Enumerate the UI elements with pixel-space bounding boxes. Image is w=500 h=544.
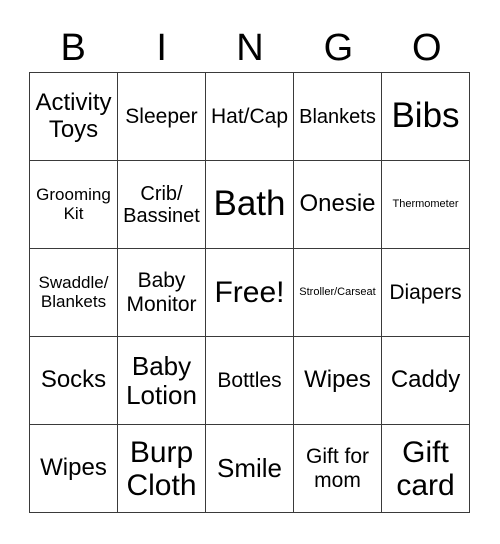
bingo-header: B I N G O <box>29 24 471 72</box>
bingo-cell[interactable]: Thermometer <box>381 160 470 249</box>
bingo-cell[interactable]: Gift card <box>381 424 470 513</box>
bingo-row: Grooming Kit Crib/ Bassinet Bath Onesie … <box>29 160 470 249</box>
bingo-cell[interactable]: Hat/Cap <box>205 72 294 161</box>
bingo-cell[interactable]: Smile <box>205 424 294 513</box>
bingo-cell[interactable]: Caddy <box>381 336 470 425</box>
header-letter-o: O <box>412 27 442 69</box>
bingo-row: Activity Toys Sleeper Hat/Cap Blankets B… <box>29 72 470 161</box>
bingo-row: Swaddle/ Blankets Baby Monitor Free! Str… <box>29 248 470 337</box>
header-letter-n: N <box>236 27 264 69</box>
bingo-cell[interactable]: Socks <box>29 336 118 425</box>
bingo-row: Socks Baby Lotion Bottles Wipes Caddy <box>29 336 470 425</box>
bingo-cell[interactable]: Sleeper <box>117 72 206 161</box>
bingo-cell[interactable]: Crib/ Bassinet <box>117 160 206 249</box>
bingo-cell[interactable]: Onesie <box>293 160 382 249</box>
header-letter-i: I <box>156 27 167 69</box>
bingo-cell[interactable]: Bibs <box>381 72 470 161</box>
bingo-cell[interactable]: Bottles <box>205 336 294 425</box>
bingo-cell[interactable]: Blankets <box>293 72 382 161</box>
bingo-row: Wipes Burp Cloth Smile Gift for mom Gift… <box>29 424 470 513</box>
bingo-cell[interactable]: Swaddle/ Blankets <box>29 248 118 337</box>
free-space-cell[interactable]: Free! <box>205 248 294 337</box>
bingo-cell[interactable]: Wipes <box>293 336 382 425</box>
bingo-cell[interactable]: Grooming Kit <box>29 160 118 249</box>
header-letter-g: G <box>323 27 354 69</box>
bingo-cell[interactable]: Burp Cloth <box>117 424 206 513</box>
bingo-cell[interactable]: Gift for mom <box>293 424 382 513</box>
bingo-card: Activity Toys Sleeper Hat/Cap Blankets B… <box>29 72 470 513</box>
bingo-cell[interactable]: Baby Monitor <box>117 248 206 337</box>
bingo-cell[interactable]: Baby Lotion <box>117 336 206 425</box>
bingo-cell[interactable]: Bath <box>205 160 294 249</box>
bingo-cell[interactable]: Stroller/Carseat <box>293 248 382 337</box>
bingo-cell[interactable]: Diapers <box>381 248 470 337</box>
header-letter-b: B <box>60 27 86 69</box>
bingo-cell[interactable]: Wipes <box>29 424 118 513</box>
bingo-cell[interactable]: Activity Toys <box>29 72 118 161</box>
